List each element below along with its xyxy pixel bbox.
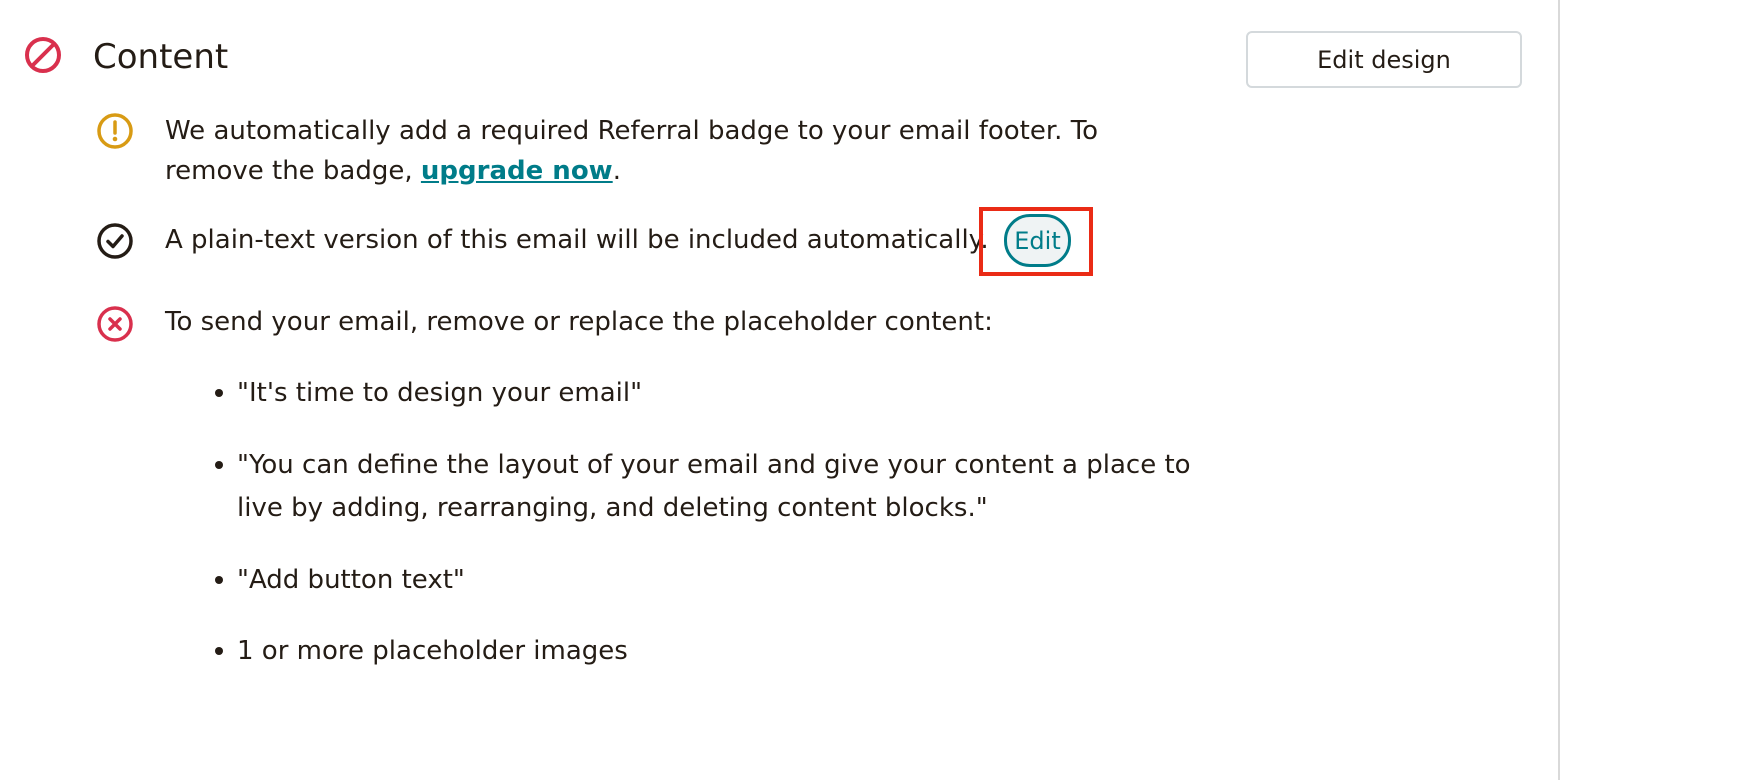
- referral-badge-text-line1: We automatically add a required Referral…: [165, 116, 1099, 146]
- referral-badge-text-start: remove the badge,: [165, 156, 421, 186]
- upgrade-now-link[interactable]: upgrade now: [421, 156, 613, 186]
- list-item: "Add button text": [215, 559, 1227, 602]
- placeholder-content-text: To send your email, remove or replace th…: [165, 307, 993, 337]
- section-title: Content: [93, 37, 229, 77]
- checkmark-icon: [97, 223, 133, 259]
- warning-icon: [97, 113, 133, 149]
- bullet: [215, 647, 223, 655]
- bullet: [215, 576, 223, 584]
- list-item: "It's time to design your email": [215, 372, 1227, 415]
- bullet: [215, 389, 223, 397]
- referral-badge-text-end: .: [612, 156, 621, 186]
- list-item: 1 or more placeholder images: [215, 630, 1227, 673]
- prohibited-icon: [25, 37, 61, 73]
- referral-badge-text-line2: remove the badge, upgrade now.: [165, 151, 621, 191]
- edit-design-button[interactable]: Edit design: [1246, 31, 1522, 88]
- bullet: [215, 461, 223, 469]
- error-icon: [97, 306, 133, 342]
- plain-text-version-text: A plain-text version of this email will …: [165, 225, 989, 255]
- list-item: "You can define the layout of your email…: [215, 444, 1227, 530]
- highlight-box: [979, 207, 1093, 276]
- panel-right-border: [1558, 0, 1560, 780]
